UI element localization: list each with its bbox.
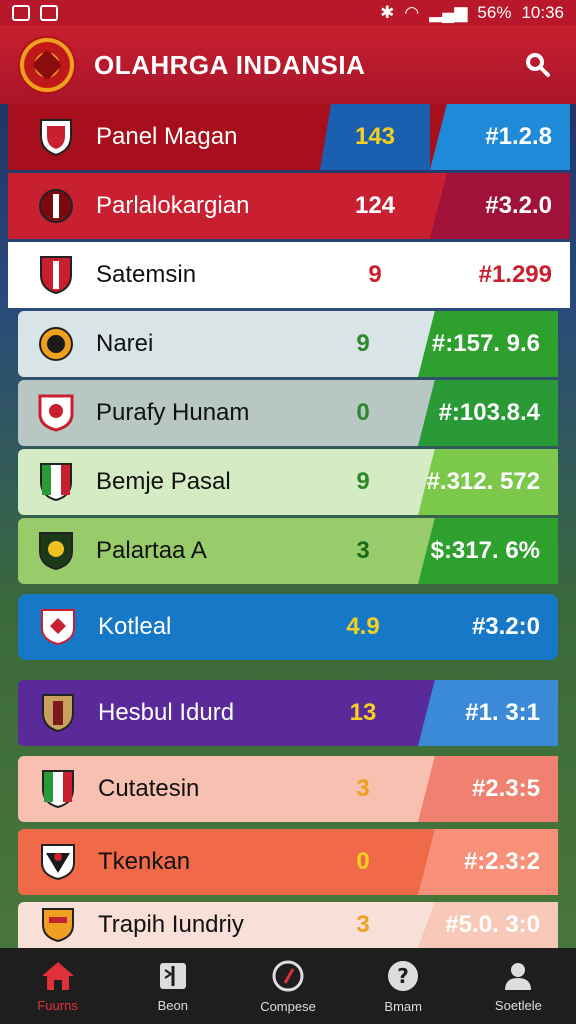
list-item[interactable]: Kotleal 4.9 #3.2:0 [18,594,558,660]
team-crest-icon [38,324,74,364]
team-name: Palartaa A [96,537,207,564]
team-name: Panel Magan [96,123,238,150]
profile-icon [505,962,532,990]
list-item[interactable]: Purafy Hunam 0 #:103.8.4 [18,380,558,446]
bottom-navigation: Fuurns Beon Compese ? Bmam Soetlele [0,948,576,1024]
team-score: 0 [356,399,370,426]
team-name: Satemsin [96,261,197,288]
team-rank: $:317. 6% [418,518,558,584]
clock: 10:36 [521,3,564,22]
compass-icon [272,960,304,991]
team-crest-icon [40,607,76,647]
bluetooth-icon: ✱ [380,3,395,22]
team-score: 0 [356,848,370,875]
notification-icon [40,5,58,21]
team-rank: #3.2:0 [471,613,540,640]
team-rank: #:2.3:2 [418,829,558,895]
team-crest-icon [38,255,74,295]
team-name: Hesbul Idurd [98,699,235,726]
team-score: 3 [356,537,370,564]
nav-label: Beon [157,997,188,1013]
team-rank: #5.0. 3:0 [418,902,558,948]
team-name: Cutatesin [98,775,200,802]
team-rank: #1.2.8 [430,104,570,170]
book-icon [159,962,186,989]
team-score: 13 [349,699,377,726]
team-rank: #.312. 572 [418,449,558,515]
list-item[interactable]: Tkenkan 0 #:2.3:2 [18,829,558,895]
signal-icon: ▂▄▆ [429,3,468,22]
question-icon: ? [388,960,419,991]
team-crest-icon [40,905,76,945]
battery-level: 56% [477,3,512,22]
list-item[interactable]: Satemsin 9 #1.299 [8,242,570,308]
list-item[interactable]: Palartaa A 3 $:317. 6% [18,518,558,584]
team-rank: #1. 3:1 [418,680,558,746]
team-name: Purafy Hunam [96,399,250,426]
nav-item-home[interactable]: Fuurns [0,948,115,1024]
team-crest-icon [40,693,76,733]
team-name: Trapih Iundriy [98,911,244,938]
notification-icon [12,5,30,21]
home-icon [41,961,74,990]
team-name: Kotleal [98,613,172,640]
search-icon [526,53,550,77]
team-score: 9 [356,330,370,357]
nav-item-help[interactable]: ? Bmam [346,948,461,1024]
team-crest-icon [38,462,74,502]
svg-text:?: ? [397,964,409,988]
nav-item-book[interactable]: Beon [115,948,230,1024]
team-crest-icon [38,393,74,433]
team-score: 9 [356,468,370,495]
team-rank: #3.2.0 [430,173,570,239]
app-header: OLAHRGA INDANSIA [0,26,576,104]
team-name: Bemje Pasal [96,468,231,495]
team-crest-icon [40,842,76,882]
team-name: Narei [96,330,154,357]
app-title: OLAHRGA INDANSIA [94,49,366,80]
team-crest-icon [38,186,74,226]
nav-label: Fuurns [37,997,78,1013]
team-name: Parlalokargian [96,192,250,219]
team-rank: #:157. 9.6 [418,311,558,377]
team-crest-icon [40,769,76,809]
team-rank: #2.3:5 [418,756,558,822]
team-rank: #:103.8.4 [418,380,558,446]
team-score: 143 [320,104,430,170]
team-score: 4.9 [346,613,380,640]
list-item[interactable]: Cutatesin 3 #2.3:5 [18,756,558,822]
team-score: 3 [356,911,370,938]
app-logo[interactable] [18,36,76,94]
list-item[interactable]: Trapih Iundriy 3 #5.0. 3:0 [18,902,558,948]
list-item[interactable]: Hesbul Idurd 13 #1. 3:1 [18,680,558,746]
team-score: 3 [356,775,370,802]
list-item[interactable]: Panel Magan 143 #1.2.8 [8,104,570,170]
team-rank: #1.299 [430,242,570,308]
list-item[interactable]: Narei 9 #:157. 9.6 [18,311,558,377]
team-crest-icon [38,117,74,157]
team-score: 9 [368,261,382,288]
nav-item-profile[interactable]: Soetlele [461,948,576,1024]
search-button[interactable] [518,45,558,85]
list-item[interactable]: Bemje Pasal 9 #.312. 572 [18,449,558,515]
nav-label: Soetlele [494,997,542,1013]
status-bar: ✱ ◠ ▂▄▆ 56% 10:36 [0,0,576,26]
team-score: 124 [354,192,396,219]
list-item[interactable]: Parlalokargian 124 #3.2.0 [8,173,570,239]
nav-label: Bmam [384,998,422,1014]
wifi-icon: ◠ [404,3,420,22]
team-name: Tkenkan [98,848,191,875]
nav-item-compass[interactable]: Compese [230,948,345,1024]
nav-label: Compese [260,998,316,1014]
team-crest-icon [38,531,74,571]
